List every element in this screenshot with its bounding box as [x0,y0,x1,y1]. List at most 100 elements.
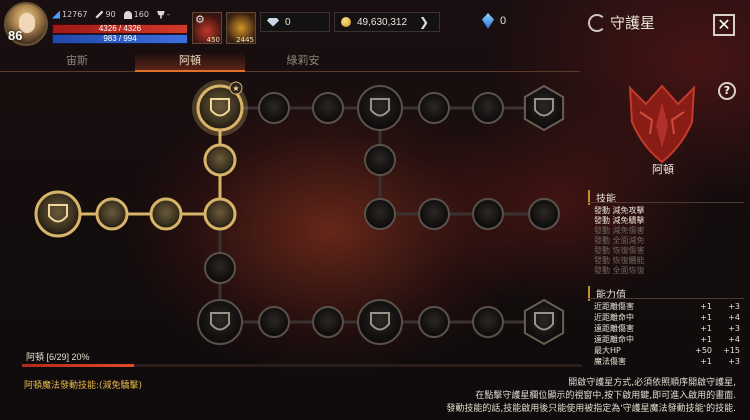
ability-value: +1 [700,357,712,366]
star-node[interactable] [149,197,183,231]
star-node[interactable] [95,197,129,231]
skill-item: 發動 恢復體能 [594,256,645,265]
progress-fill [22,364,134,367]
potion-count: 450 [206,36,220,44]
star-node[interactable] [357,299,403,345]
page-title: 守護星 [588,12,655,33]
power-icon [52,10,60,19]
diamond-icon [267,17,279,27]
star-node[interactable] [203,197,237,231]
star-node[interactable] [258,306,290,338]
progress-bar [22,364,582,367]
guardian-star-tree: ★ [0,72,580,372]
hp-text: 4326 / 4326 [98,24,142,33]
tree-lines: ★ [34,80,565,346]
star-node[interactable] [364,144,396,176]
top-hud: 86 12767 90 160 - 4326 / 4326 983 / 994 … [0,0,750,50]
star-icon: ★ [232,84,239,93]
stat-power: 12767 [62,10,88,19]
star-node[interactable] [523,298,565,346]
skill-item: 發動 全面恢復 [594,266,645,275]
ability-label: 遠距離傷害 [594,324,634,333]
star-node[interactable]: ★ [192,80,248,136]
ability-value: +1 [700,324,712,333]
gear-icon[interactable]: ⚙ [195,13,205,26]
gold-value: 49,630,312 [357,16,408,28]
mp-bar: 983 / 994 [52,34,188,44]
tab-lilian[interactable]: 綠莉安 [248,52,358,72]
ability-value: +50 [695,346,712,355]
star-node[interactable] [523,84,565,132]
skill-item: 發動 減免攻擊 [594,206,645,215]
emblem-name: 阿頓 [652,163,674,176]
constellation-tabs: 宙斯 阿頓 綠莉安 [0,52,580,72]
skill-item: 發動 恢復傷害 [594,246,645,255]
tab-zeus[interactable]: 宙斯 [22,52,132,72]
ability-label: 魔法傷害 [594,357,626,366]
stat-defense: 160 [133,10,149,19]
helmet-icon [123,10,132,19]
instructions: 開啟守護星方式,必須依照順序開啟守護星, 在點擊守護星欄位顯示的視窗中,按下啟用… [266,377,736,416]
star-node[interactable] [528,198,560,230]
ability-label: 遠距離命中 [594,335,634,344]
star-node[interactable] [258,92,290,124]
star-node[interactable] [472,306,504,338]
star-node[interactable] [312,306,344,338]
ability-row: 近距離命中 +1 +4 [594,312,746,323]
item-count: 2445 [236,36,254,44]
skill-hint: 阿頓魔法發動技能:(減免驕擊) [24,381,143,391]
star-node[interactable] [418,198,450,230]
ability-bonus: +3 [728,302,740,311]
ability-value: +1 [700,335,712,344]
progress-text: 阿頓 [6/29] 20% [26,352,90,362]
star-node[interactable] [312,92,344,124]
item-slot[interactable]: 2445 [226,12,256,44]
star-node[interactable] [472,92,504,124]
ability-value: +1 [700,302,712,311]
skill-item: 發動 全面減免 [594,236,645,245]
star-node[interactable] [204,252,236,284]
instruction-line: 在點擊守護星欄位顯示的視窗中,按下啟用鍵,即可進入啟用的畫面. [475,391,736,401]
help-button[interactable]: ? [718,82,736,100]
potion-slot[interactable]: ⚙ 450 [192,12,222,44]
tab-aton[interactable]: 阿頓 [135,52,245,72]
ability-row: 近距離傷害 +1 +3 [594,301,746,312]
trophy-icon [156,10,165,19]
sword-icon [95,10,104,19]
skill-item: 發動 減免傷害 [594,226,645,235]
blue-gem-icon [482,13,494,29]
star-node[interactable] [203,143,237,177]
stat-rank: - [166,10,170,19]
page-title-text: 守護星 [610,14,656,32]
character-stats: 12767 90 160 - [52,10,170,19]
ability-bonus: +4 [728,335,740,344]
divider [588,202,744,203]
diamond-value: 0 [285,16,291,28]
ability-label: 最大HP [594,346,621,355]
ability-bonus: +4 [728,313,740,322]
ability-bonus: +15 [723,346,740,355]
star-node[interactable] [418,306,450,338]
close-button[interactable]: ✕ [713,14,735,36]
star-node[interactable] [34,190,82,238]
chevron-right-icon[interactable]: ❯ [419,15,429,29]
ability-row: 魔法傷害 +1 +3 [594,356,746,367]
star-node[interactable] [418,92,450,124]
star-node[interactable] [364,198,396,230]
instruction-line: 發動技能的話,技能啟用後只能使用被指定為'守護星魔法發動技能'的技能. [446,404,736,414]
stat-attack: 90 [105,10,116,19]
star-node[interactable] [357,85,403,131]
gold-coin-icon [341,17,351,27]
guardian-star-icon [588,13,606,32]
divider [588,298,744,299]
ability-row: 遠距離傷害 +1 +3 [594,323,746,334]
ability-value: +1 [700,313,712,322]
star-node[interactable] [197,299,243,345]
ability-label: 近距離命中 [594,313,634,322]
star-node[interactable] [472,198,504,230]
character-level: 86 [8,28,23,43]
ability-row: 遠距離命中 +1 +4 [594,334,746,345]
mp-text: 983 / 994 [103,34,137,43]
ability-bonus: +3 [728,324,740,333]
gem-value: 0 [500,15,507,27]
